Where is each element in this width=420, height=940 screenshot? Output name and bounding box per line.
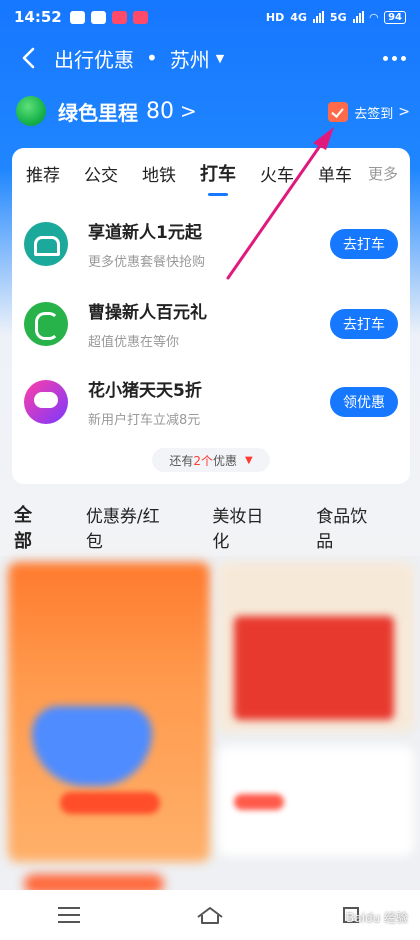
chevron-right-icon: >	[398, 104, 410, 120]
network-4g-label: 4G	[290, 10, 307, 24]
status-bar: 14:52 HD 4G 5G ◠ 94	[0, 0, 420, 34]
transport-tabs: 推荐 公交 地铁 打车 火车 单车 更多	[12, 148, 410, 198]
claim-offer-button[interactable]: 领优惠	[330, 387, 398, 417]
go-taxi-button[interactable]: 去打车	[330, 309, 398, 339]
tab-metro[interactable]: 地铁	[142, 161, 176, 186]
watermark-text: Baidu 经验	[346, 910, 408, 925]
signal-icon	[312, 11, 324, 23]
tab-taxi[interactable]: 打车	[200, 160, 236, 196]
more-options-icon[interactable]	[383, 55, 406, 61]
message-icon	[90, 10, 106, 24]
tab-train[interactable]: 火车	[260, 161, 294, 186]
feed-card-banner	[60, 792, 160, 814]
signin-button[interactable]: 去签到 >	[328, 102, 410, 122]
category-food[interactable]: 食品饮品	[316, 502, 384, 552]
nav-bar: 出行优惠 • 苏州 ▼	[0, 34, 420, 82]
hd-indicator: HD	[265, 10, 285, 24]
offer-item[interactable]: 曹操新人百元礼 超值优惠在等你 去打车	[24, 292, 398, 356]
offer-title: 享道新人1元起	[88, 223, 202, 243]
battery-icon: 94	[384, 10, 406, 24]
category-all[interactable]: 全部	[14, 501, 50, 565]
offer-subtitle: 超值优惠在等你	[88, 335, 180, 350]
title-separator: •	[146, 46, 158, 70]
offer-title: 曹操新人百元礼	[88, 303, 207, 323]
tab-more[interactable]: 更多	[368, 163, 398, 184]
offer-subtitle: 更多优惠套餐快抢购	[88, 255, 206, 270]
category-coupons[interactable]: 优惠券/红包	[86, 502, 176, 552]
notification-icon	[69, 10, 85, 24]
more-offers-toggle[interactable]: 还有 2个 优惠 ▼	[152, 448, 270, 472]
category-beauty[interactable]: 美妆日化	[212, 502, 280, 552]
tab-recommend[interactable]: 推荐	[26, 161, 60, 186]
green-mileage-label: 绿色里程	[58, 100, 138, 125]
chevron-down-icon: ▼	[244, 454, 253, 466]
product-feed	[0, 556, 420, 894]
watermark: Baidu 经验	[324, 908, 408, 926]
signin-label: 去签到	[354, 106, 394, 122]
checkin-calendar-icon	[328, 102, 349, 122]
more-offers-suffix: 优惠	[212, 453, 237, 468]
more-offers-prefix: 还有	[169, 453, 194, 468]
wifi-icon: ◠	[369, 10, 379, 24]
caret-down-icon[interactable]: ▼	[216, 52, 224, 65]
go-taxi-button[interactable]: 去打车	[330, 229, 398, 259]
signal-icon-2	[352, 11, 364, 23]
tab-bike[interactable]: 单车	[318, 161, 352, 186]
gift-icon	[132, 10, 148, 24]
menu-icon[interactable]	[58, 907, 80, 923]
back-icon[interactable]	[8, 38, 48, 78]
city-selector[interactable]: 苏州	[170, 44, 210, 73]
feed-card-image	[234, 616, 394, 720]
status-right: HD 4G 5G ◠ 94	[265, 10, 406, 24]
offer-title: 花小猪天天5折	[88, 381, 202, 401]
baidu-logo-icon	[324, 908, 343, 926]
feed-card-tag	[234, 794, 284, 810]
app-notification-icon	[111, 10, 127, 24]
chevron-right-icon: >	[180, 99, 197, 123]
page-title: 出行优惠	[54, 47, 134, 72]
tab-bus[interactable]: 公交	[84, 161, 118, 186]
green-mileage-value: 80	[146, 98, 174, 124]
xiangdao-logo	[24, 222, 68, 266]
green-mileage[interactable]: 绿色里程 80 >	[16, 96, 197, 126]
offer-subtitle: 新用户打车立减8元	[88, 413, 201, 428]
network-5g-label: 5G	[329, 10, 347, 24]
more-offers-count: 2个	[193, 453, 213, 468]
green-mileage-icon	[16, 96, 46, 126]
huaxiaozhu-logo	[24, 380, 68, 424]
caocao-logo	[24, 302, 68, 346]
home-icon[interactable]	[196, 905, 224, 925]
transport-offers-card: 推荐 公交 地铁 打车 火车 单车 更多 享道新人1元起 更多优惠套餐快抢购 去…	[12, 148, 410, 484]
offer-item[interactable]: 享道新人1元起 更多优惠套餐快抢购 去打车	[24, 212, 398, 276]
category-tabs: 全部 优惠券/红包 美妆日化 食品饮品	[0, 498, 420, 565]
status-time: 14:52	[14, 8, 62, 26]
offer-item[interactable]: 花小猪天天5折 新用户打车立减8元 领优惠	[24, 370, 398, 434]
